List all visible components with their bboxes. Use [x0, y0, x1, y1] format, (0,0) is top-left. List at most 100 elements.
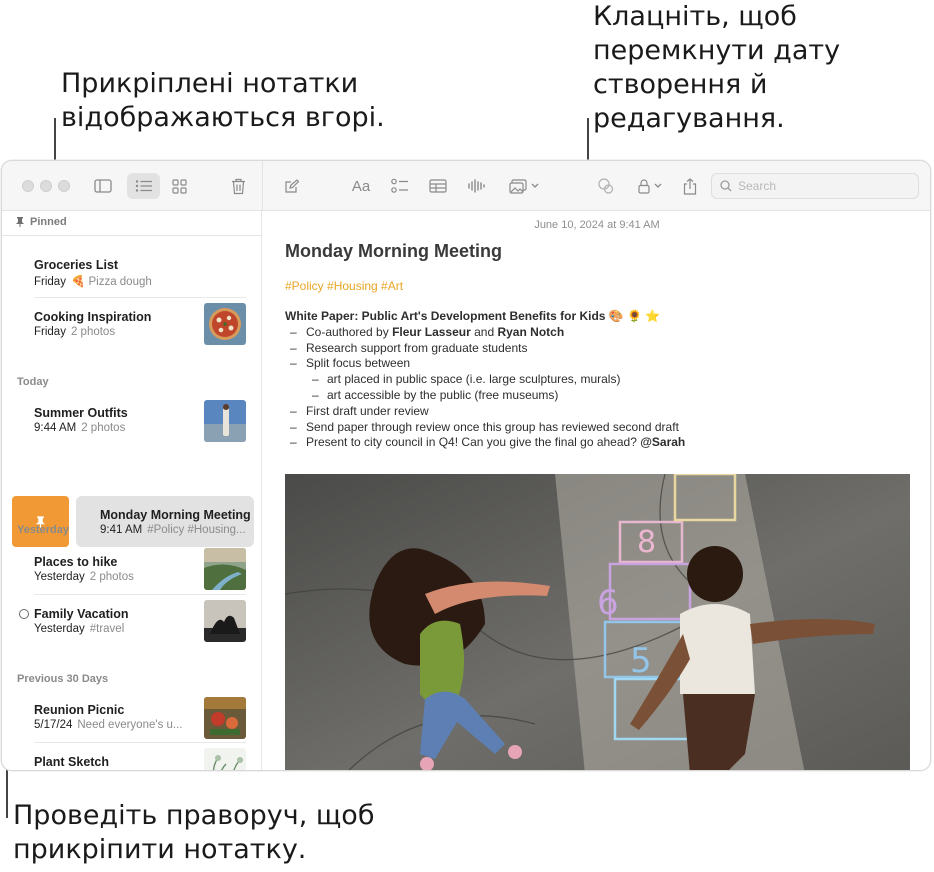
body-sub-list-item: art placed in public space (i.e. large s…: [285, 372, 685, 388]
media-icon: [509, 178, 527, 194]
text-format-icon: Aa: [351, 177, 371, 195]
section-header-today: Today: [17, 376, 49, 388]
body-sub-list-item: art accessible by the public (free museu…: [285, 388, 685, 404]
note-title: Reunion Picnic: [34, 703, 125, 717]
sidebar-toggle-button[interactable]: [90, 173, 116, 199]
list-view-button[interactable]: [127, 173, 160, 199]
note-meta: 9:44 AM 2 photos: [34, 422, 125, 434]
note-monday-morning-meeting[interactable]: Monday Morning Meeting 9:41 AM #Policy #H…: [76, 496, 254, 547]
checklist-icon: [391, 178, 408, 193]
callout-pinned-top: Прикріплені нотатки відображаються вгорі…: [61, 68, 385, 133]
body-list-item: Research support from graduate students: [285, 341, 685, 357]
note-preview: 2 photos: [70, 326, 116, 338]
media-button[interactable]: [505, 173, 543, 199]
note-preview: 2 photos: [81, 422, 126, 434]
svg-text:8: 8: [637, 525, 656, 560]
section-header-previous-30-days: Previous 30 Days: [17, 673, 109, 685]
body-heading: White Paper: Public Art's Development Be…: [285, 309, 661, 323]
picnic-thumbnail: [204, 697, 246, 739]
plant-sketch-thumbnail: [204, 748, 246, 770]
compose-button[interactable]: [279, 173, 303, 199]
svg-text:6: 6: [597, 583, 619, 623]
note-summer-outfits[interactable]: Summer Outfits 9:44 AM 2 photos: [34, 400, 246, 458]
hike-thumbnail: [204, 548, 246, 590]
search-icon: [720, 180, 732, 192]
row-divider: [34, 594, 246, 595]
note-date: Friday: [34, 276, 66, 288]
note-date: Yesterday: [34, 623, 85, 635]
note-cooking-inspiration[interactable]: Cooking Inspiration Friday 2 photos: [34, 303, 246, 362]
close-window-button[interactable]: [22, 180, 34, 192]
chevron-down-icon: [654, 183, 662, 188]
note-meta: Yesterday #travel: [34, 623, 124, 635]
text-span: Present to city council in Q4! Can you g…: [306, 435, 641, 450]
table-icon: [429, 179, 447, 193]
vacation-thumbnail: [204, 600, 246, 642]
note-title: Cooking Inspiration: [34, 310, 152, 324]
compose-icon: [284, 178, 299, 193]
collaborate-button[interactable]: [594, 173, 618, 199]
mention[interactable]: @Sarah: [640, 435, 685, 449]
gallery-view-icon: [171, 178, 187, 194]
audio-button[interactable]: [464, 173, 488, 199]
text-span: Fleur Lasseur: [392, 324, 471, 339]
search-field[interactable]: [711, 173, 919, 199]
trash-icon: [231, 178, 245, 194]
lock-button[interactable]: [634, 173, 666, 199]
note-title: Places to hike: [34, 555, 118, 569]
delete-button[interactable]: [226, 173, 250, 199]
share-icon: [683, 177, 697, 195]
hopscotch-photo: 8 6 5: [285, 474, 910, 770]
text-format-button[interactable]: Aa: [346, 173, 376, 199]
row-divider: [34, 742, 246, 743]
note-title: Family Vacation: [34, 607, 129, 621]
note-preview: Need everyone's u...: [77, 719, 183, 731]
text-span: and: [470, 324, 498, 339]
table-button[interactable]: [426, 173, 450, 199]
pin-icon: [16, 217, 24, 227]
row-divider: [34, 297, 246, 298]
share-button[interactable]: [679, 173, 701, 199]
note-editor[interactable]: June 10, 2024 at 9:41 AM Monday Morning …: [263, 211, 930, 770]
note-body: White Paper: Public Art's Development Be…: [285, 309, 685, 451]
minimize-window-button[interactable]: [40, 180, 52, 192]
note-title: Summer Outfits: [34, 406, 128, 420]
body-list-item: First draft under review: [285, 404, 685, 420]
note-title: Monday Morning Meeting: [100, 508, 251, 522]
note-preview: #travel: [89, 623, 125, 635]
note-family-vacation[interactable]: Family Vacation Yesterday #travel: [34, 600, 246, 659]
pinned-divider: [2, 235, 261, 236]
note-date: 9:44 AM: [34, 422, 77, 434]
body-list-item: Split focus between: [285, 356, 685, 372]
text-span: Co-authored by: [306, 324, 393, 339]
toolbar: Aa: [2, 161, 930, 211]
notes-list-sidebar: Pinned Groceries List Friday 🍕 Pizza doug…: [2, 211, 262, 770]
note-date: 5/17/24: [34, 719, 73, 731]
gallery-view-button[interactable]: [167, 173, 191, 199]
chevron-down-icon: [531, 183, 539, 188]
note-date: Friday: [34, 326, 66, 338]
swipe-pin-button[interactable]: [12, 496, 69, 547]
collaborate-icon: [598, 178, 614, 194]
pizza-thumbnail: [204, 303, 246, 345]
note-meta: 9:41 AM #Policy #Housing...: [100, 524, 246, 536]
note-plant-sketch[interactable]: Plant Sketch: [34, 748, 246, 770]
callout-swipe-right: Проведіть праворуч, щоб прикріпити нотат…: [13, 800, 375, 865]
body-list-item: Co-authored by Fleur Lasseur and Ryan No…: [285, 325, 685, 341]
checklist-button[interactable]: [388, 173, 412, 199]
note-meta: Friday 🍕 Pizza dough: [34, 274, 152, 288]
zoom-window-button[interactable]: [58, 180, 70, 192]
note-meta: Yesterday 2 photos: [34, 571, 134, 583]
note-tags[interactable]: #Policy #Housing #Art: [285, 279, 403, 293]
text-span: Ryan Notch: [497, 324, 565, 339]
note-preview: 🍕 Pizza dough: [70, 276, 152, 288]
note-title: Plant Sketch: [34, 755, 110, 769]
pinned-section-header: Pinned: [16, 216, 67, 228]
shared-person-icon: [19, 609, 29, 619]
audio-icon: [468, 179, 485, 193]
search-input[interactable]: [738, 179, 908, 193]
body-list-item: Send paper through review once this grou…: [285, 420, 685, 436]
note-preview: #Policy #Housing...: [147, 524, 246, 536]
attached-photo[interactable]: 8 6 5: [285, 474, 910, 770]
note-date-toggle[interactable]: June 10, 2024 at 9:41 AM: [263, 219, 930, 231]
